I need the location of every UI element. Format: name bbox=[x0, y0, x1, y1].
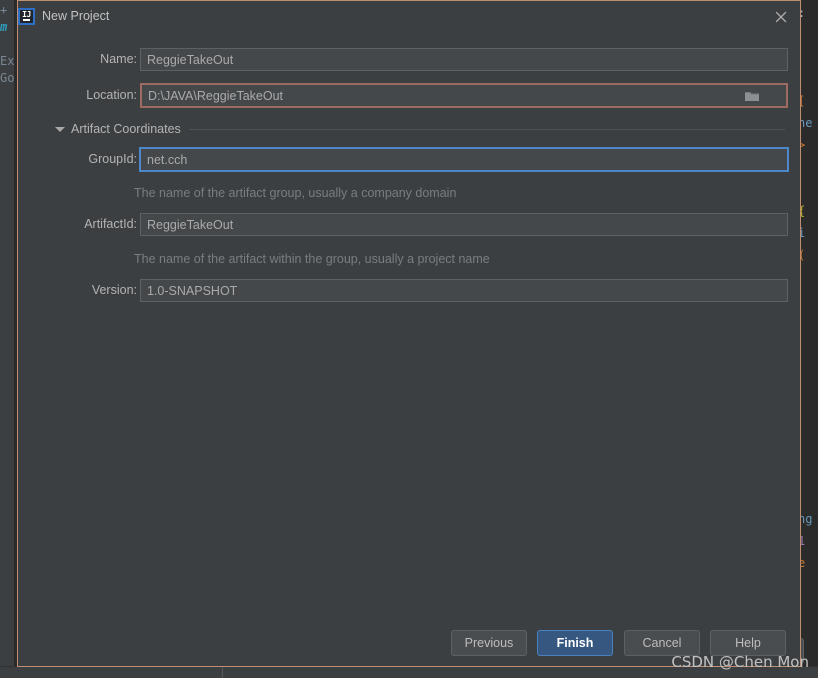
close-icon[interactable] bbox=[772, 8, 790, 26]
bg-code-fragment bbox=[798, 442, 818, 464]
artifactid-hint: The name of the artifact within the grou… bbox=[134, 252, 490, 266]
bg-code-fragment bbox=[798, 266, 818, 288]
help-button[interactable]: Help bbox=[710, 630, 786, 656]
bg-code-fragment bbox=[0, 36, 14, 53]
bg-code-fragment: e bbox=[798, 556, 806, 570]
artifact-coordinates-label: Artifact Coordinates bbox=[71, 122, 181, 136]
groupid-hint: The name of the artifact group, usually … bbox=[134, 186, 457, 200]
location-row: Location: D:\JAVA\ReggieTakeOut bbox=[41, 83, 788, 108]
bg-code-fragment: + bbox=[0, 3, 8, 17]
bg-code-fragment: { bbox=[798, 204, 806, 218]
dialog-footer: Previous Finish Cancel Help bbox=[18, 616, 800, 666]
section-separator bbox=[188, 128, 785, 130]
bg-code-fragment bbox=[798, 24, 818, 46]
bg-code-fragment: i bbox=[798, 226, 806, 240]
background-status-divider bbox=[222, 667, 223, 678]
bg-code-fragment bbox=[798, 288, 818, 310]
bg-code-fragment: ng bbox=[798, 512, 813, 526]
background-status-bar bbox=[0, 666, 818, 678]
bg-code-fragment bbox=[798, 46, 818, 68]
version-label: Version: bbox=[91, 283, 137, 297]
version-row: Version: 1.0-SNAPSHOT bbox=[41, 279, 788, 302]
bg-code-fragment: ( bbox=[798, 248, 806, 262]
bg-code-fragment bbox=[798, 486, 818, 508]
artifactid-input[interactable]: ReggieTakeOut bbox=[140, 213, 788, 236]
groupid-row: GroupId: net.cch bbox=[41, 147, 789, 172]
bg-code-fragment: > bbox=[798, 138, 806, 152]
folder-icon[interactable] bbox=[744, 89, 760, 103]
name-row: Name: ReggieTakeOut bbox=[41, 48, 788, 71]
artifactid-row: ArtifactId: ReggieTakeOut bbox=[41, 213, 788, 236]
dialog-form: Name: ReggieTakeOut Location: D:\JAVA\Re… bbox=[18, 32, 800, 666]
artifact-coordinates-section-header[interactable]: Artifact Coordinates bbox=[55, 120, 785, 138]
intellij-idea-icon-underline bbox=[23, 19, 30, 21]
bg-code-fragment: : bbox=[798, 6, 806, 20]
bg-code-fragment: m bbox=[0, 20, 8, 34]
name-label: Name: bbox=[100, 52, 137, 66]
bg-code-fragment bbox=[798, 398, 818, 420]
intellij-idea-icon: IJ bbox=[18, 8, 35, 25]
finish-button[interactable]: Finish bbox=[537, 630, 613, 656]
name-input[interactable]: ReggieTakeOut bbox=[140, 48, 788, 71]
bg-code-fragment bbox=[798, 464, 818, 486]
dialog-title: New Project bbox=[42, 9, 110, 23]
bg-code-fragment bbox=[798, 310, 818, 332]
dialog-titlebar: IJ New Project bbox=[18, 1, 800, 32]
bg-code-fragment: ne bbox=[798, 116, 813, 130]
previous-button[interactable]: Previous bbox=[451, 630, 527, 656]
chevron-down-icon[interactable] bbox=[55, 126, 65, 132]
groupid-label: GroupId: bbox=[88, 152, 137, 166]
bg-code-fragment: 1 bbox=[798, 534, 806, 548]
bg-code-fragment bbox=[798, 420, 818, 442]
artifactid-label: ArtifactId: bbox=[84, 217, 137, 231]
version-input[interactable]: 1.0-SNAPSHOT bbox=[140, 279, 788, 302]
bg-code-fragment bbox=[798, 156, 818, 178]
cancel-button[interactable]: Cancel bbox=[624, 630, 700, 656]
bg-code-fragment bbox=[798, 354, 818, 376]
bg-code-fragment bbox=[798, 68, 818, 90]
bg-code-fragment bbox=[798, 178, 818, 200]
background-code-left: + m Ex Go bbox=[0, 0, 14, 678]
location-label: Location: bbox=[86, 88, 137, 102]
bg-code-fragment: Ex bbox=[0, 54, 14, 68]
background-code-right: : [ ne > { i ( ng 1 e bbox=[798, 0, 818, 678]
bg-code-fragment: [ bbox=[798, 94, 806, 108]
bg-code-fragment bbox=[798, 376, 818, 398]
new-project-dialog: IJ New Project Name: ReggieTakeOut Locat… bbox=[17, 0, 801, 667]
bg-code-fragment bbox=[798, 332, 818, 354]
bg-code-fragment: Go bbox=[0, 71, 14, 85]
location-input[interactable]: D:\JAVA\ReggieTakeOut bbox=[140, 83, 788, 108]
intellij-idea-icon-glyph: IJ bbox=[22, 10, 31, 19]
groupid-input[interactable]: net.cch bbox=[139, 147, 789, 172]
